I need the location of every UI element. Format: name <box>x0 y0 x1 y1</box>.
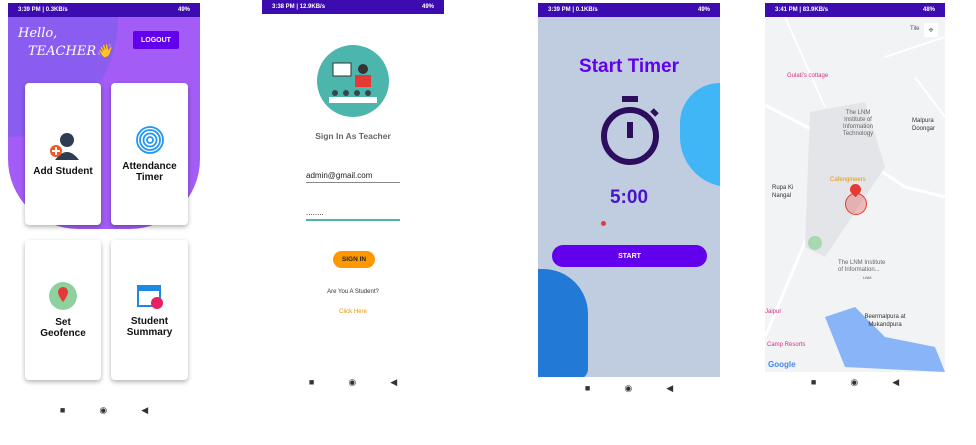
back-button[interactable]: ◀ <box>141 405 148 416</box>
status-time: 3:39 PM | 0.1KB/s <box>548 7 598 13</box>
attendance-timer-card[interactable]: Attendance Timer <box>111 83 188 225</box>
sign-in-title: Sign In As Teacher <box>315 131 391 141</box>
stopwatch-icon <box>601 96 659 165</box>
map-label: Camp Resorts <box>767 342 806 348</box>
recent-apps-button[interactable]: ■ <box>585 383 590 393</box>
timer-screen: 3:39 PM | 0.1KB/s 49% Start Timer 5:00 ST… <box>538 3 720 400</box>
home-button[interactable]: ◉ <box>624 383 632 394</box>
teacher-icon <box>317 45 389 117</box>
logout-button[interactable]: LOGOUT <box>133 31 179 49</box>
sign-in-screen: 3:38 PM | 12.9KB/s 49% Sign In As Teacher… <box>262 0 444 395</box>
card-label: Set Geofence <box>40 317 86 339</box>
greeting-hello: Hello, <box>18 26 58 41</box>
home-button[interactable]: ◉ <box>850 377 858 388</box>
map-pin-icon <box>49 282 77 310</box>
email-field[interactable]: admin@gmail.com <box>306 171 400 183</box>
battery: 49% <box>421 4 434 10</box>
back-button[interactable]: ◀ <box>390 377 397 388</box>
sign-in-button[interactable]: SIGN IN <box>333 251 375 268</box>
start-button[interactable]: START <box>552 245 707 267</box>
nav-bar: ■ ◉ ◀ <box>765 371 945 393</box>
timer-title: Start Timer <box>579 56 679 77</box>
map[interactable]: ⌖ Tile Gulati's cottage The LNM Institut… <box>765 17 945 372</box>
battery: 49% <box>697 7 710 13</box>
recent-apps-button[interactable]: ■ <box>309 377 314 387</box>
status-bar: 3:41 PM | 83.9KB/s 48% <box>765 3 945 17</box>
map-label: Cafengineers <box>830 177 866 183</box>
status-time: 3:38 PM | 12.9KB/s <box>272 4 326 10</box>
map-label: Gulati's cottage <box>787 73 829 79</box>
card-label: Student Summary <box>126 316 173 338</box>
card-label: Add Student <box>33 165 93 177</box>
blob-top <box>680 83 720 187</box>
greeting-teacher: TEACHER <box>28 44 97 59</box>
greeting: Hello, TEACHER👋 <box>18 25 112 61</box>
map-label: Rupa Ki Nangal <box>772 185 794 199</box>
status-time: 3:41 PM | 83.9KB/s <box>775 7 829 13</box>
set-geofence-card[interactable]: Set Geofence <box>25 240 101 380</box>
home-button[interactable]: ◉ <box>99 405 107 416</box>
status-bar: 3:39 PM | 0.1KB/s 49% <box>538 3 720 17</box>
student-summary-card[interactable]: Student Summary <box>111 240 188 380</box>
blob-bottom <box>538 269 588 377</box>
add-student-card[interactable]: Add Student <box>25 83 101 225</box>
battery: 48% <box>922 7 935 13</box>
fingerprint-icon <box>135 126 164 154</box>
map-label: The LNM Institute of Information... <box>838 260 886 273</box>
home-screen: 3:39 PM | 0.3KB/s 49% Hello, TEACHER👋 LOG… <box>8 3 200 423</box>
student-prompt: Are You A Student? <box>327 289 379 295</box>
home-button[interactable]: ◉ <box>348 377 356 388</box>
timer-display: 5:00 <box>609 187 649 208</box>
wave-icon: 👋 <box>96 44 113 59</box>
recording-dot <box>601 221 606 226</box>
nav-bar: ■ ◉ ◀ <box>8 399 200 421</box>
map-label: Tile <box>910 26 920 32</box>
battery: 49% <box>177 7 190 13</box>
password-field[interactable]: ........ <box>306 208 400 221</box>
google-logo: Google <box>768 360 796 369</box>
recent-apps-button[interactable]: ■ <box>60 405 65 415</box>
my-location-button[interactable]: ⌖ <box>924 23 938 37</box>
map-label: LNM <box>863 275 872 280</box>
map-label: Malpura Doongar <box>912 118 936 132</box>
status-bar: 3:39 PM | 0.3KB/s 49% <box>8 3 200 17</box>
add-user-icon <box>50 132 79 160</box>
nav-bar: ■ ◉ ◀ <box>262 371 444 393</box>
status-time: 3:39 PM | 0.3KB/s <box>18 7 68 13</box>
back-button[interactable]: ◀ <box>892 377 899 388</box>
geofence-map-screen: 3:41 PM | 83.9KB/s 48% ⌖ Tile Gulati's co… <box>765 3 945 393</box>
map-label: Jaipur <box>765 309 782 315</box>
back-button[interactable]: ◀ <box>666 383 673 394</box>
card-label: Attendance Timer <box>122 161 177 183</box>
recent-apps-button[interactable]: ■ <box>811 377 816 387</box>
calendar-icon <box>136 285 163 309</box>
click-here-link[interactable]: Click Here <box>262 309 444 315</box>
map-label: Beermalpura at Mukandpura <box>864 314 906 328</box>
status-bar: 3:38 PM | 12.9KB/s 49% <box>262 0 444 14</box>
nav-bar: ■ ◉ ◀ <box>538 377 720 399</box>
map-label: The LNM Institute of Information Technol… <box>842 110 874 137</box>
